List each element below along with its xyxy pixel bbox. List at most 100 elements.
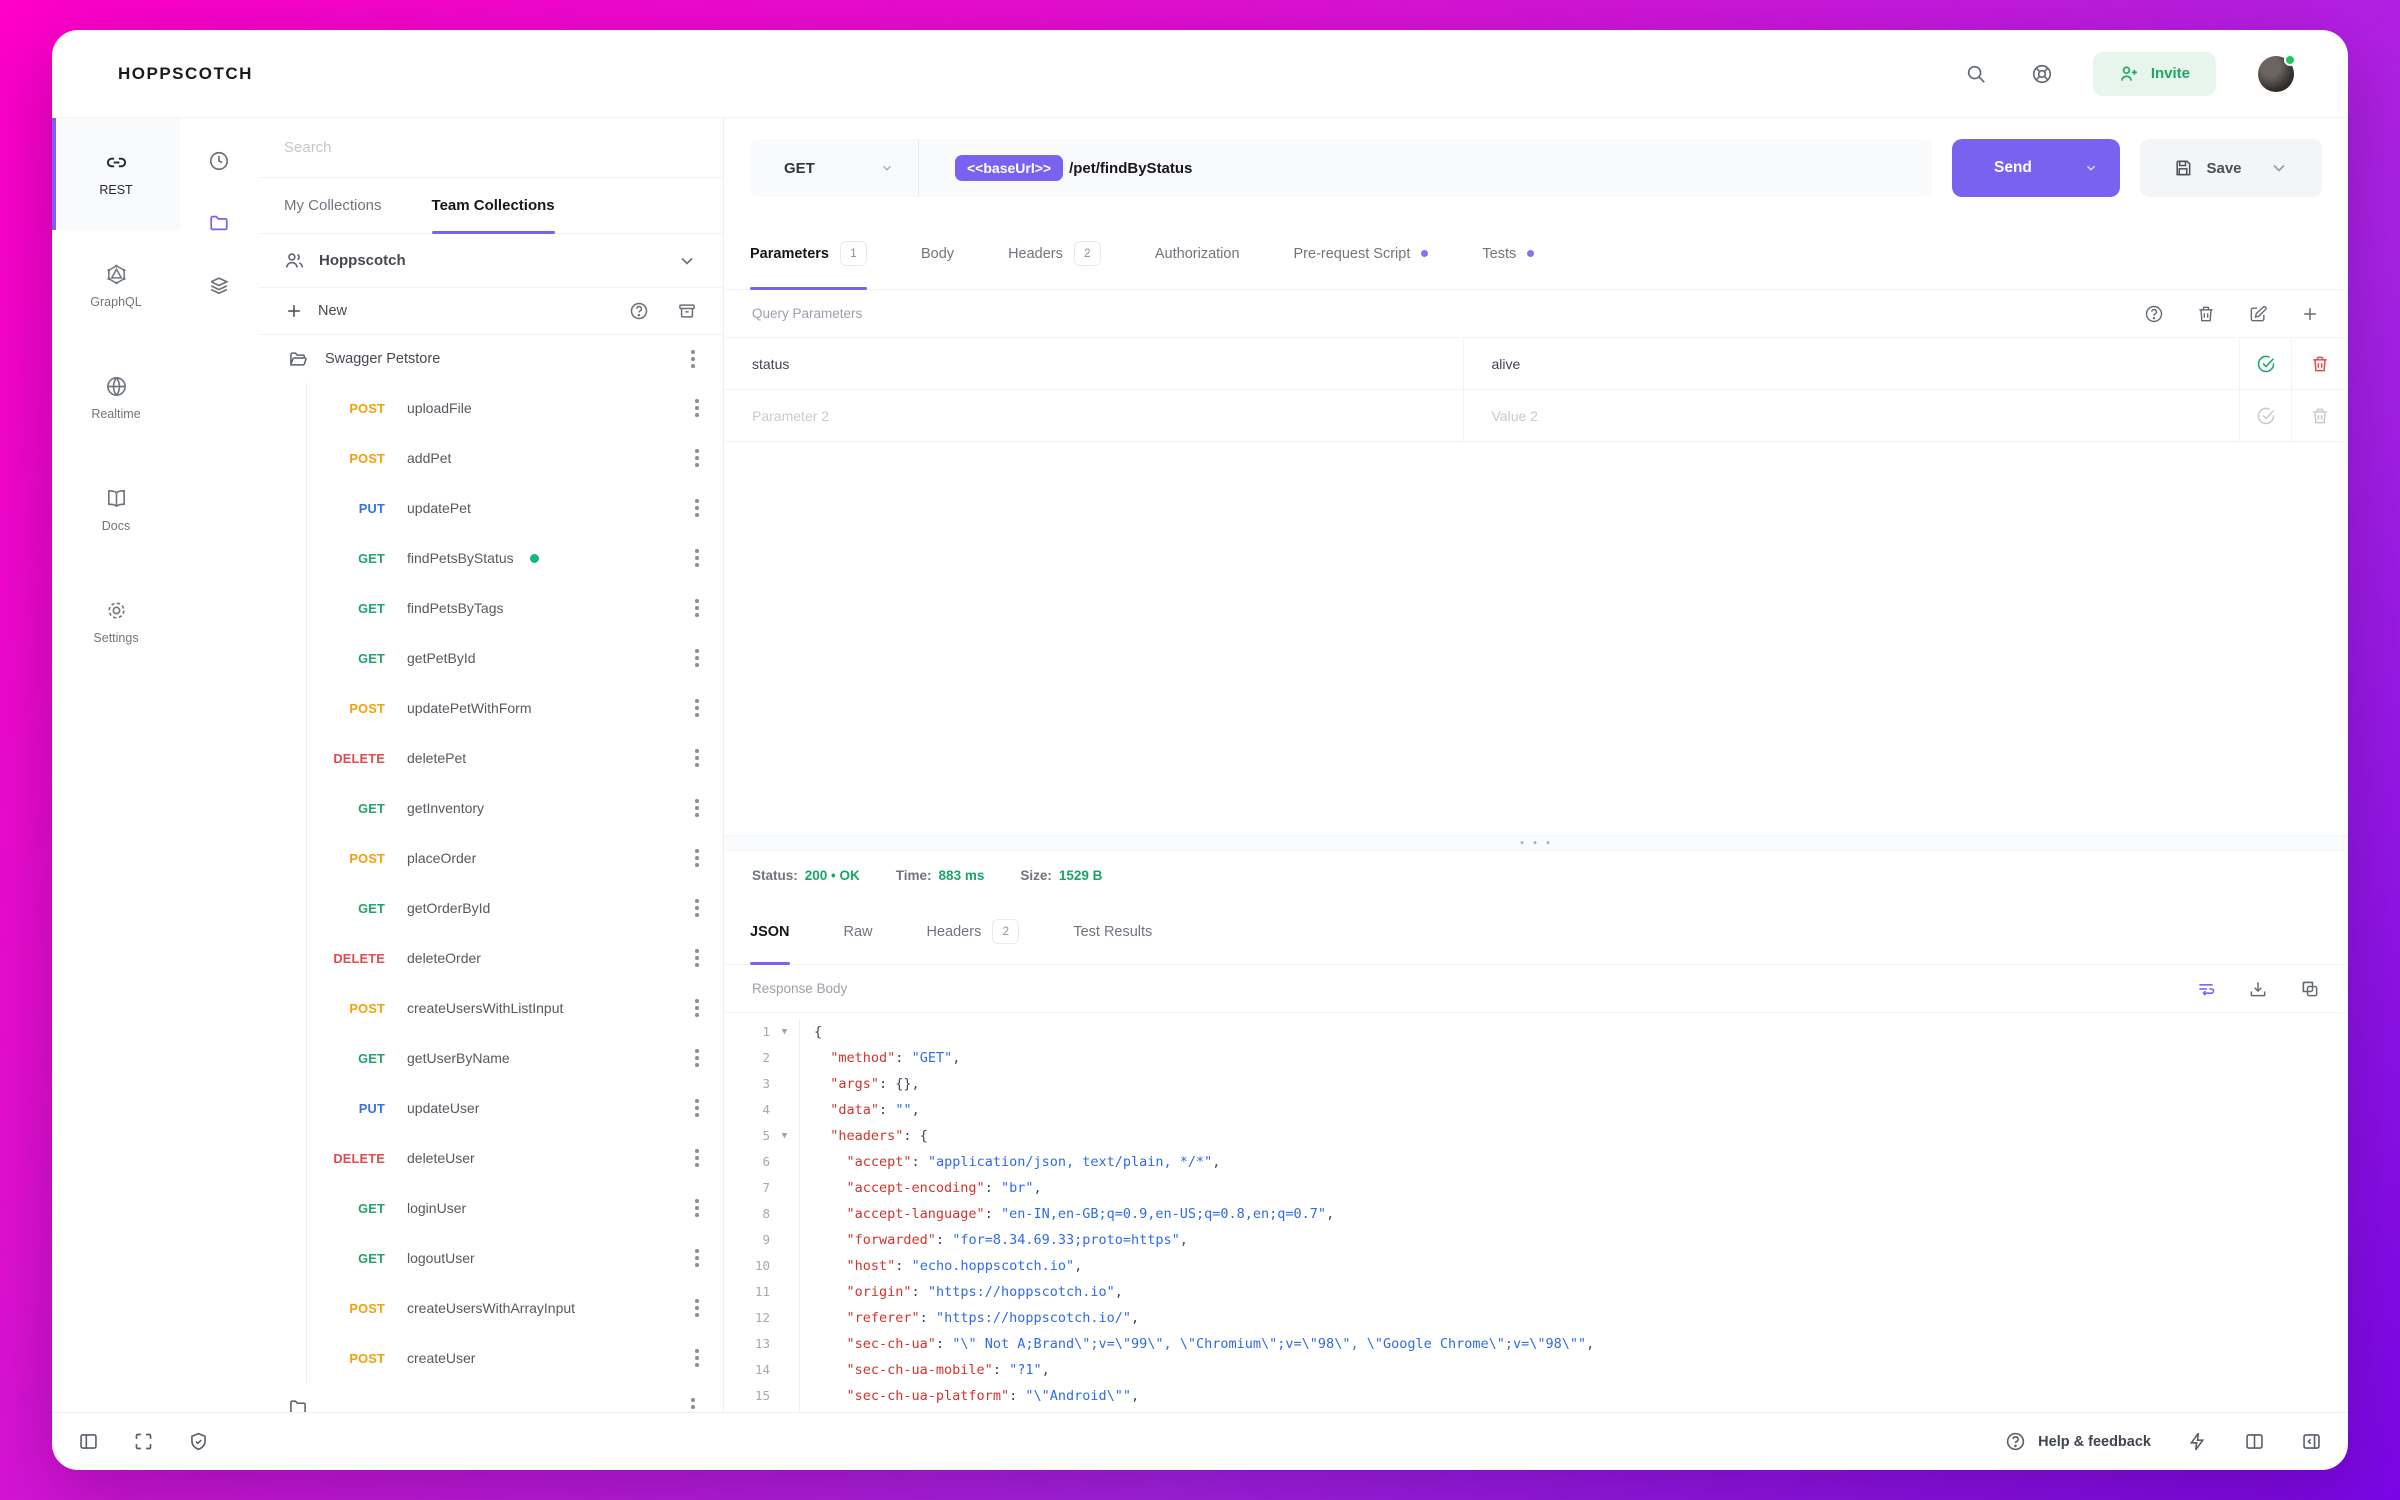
team-selector[interactable]: Hoppscotch (258, 234, 723, 288)
request-tab-pre-request-script[interactable]: Pre-request Script (1294, 218, 1429, 289)
request-row[interactable]: POST createUsersWithListInput (307, 983, 723, 1033)
request-row[interactable]: POST createUser (307, 1333, 723, 1383)
collapse-right-panel-icon[interactable] (2301, 1431, 2322, 1452)
sidebar-item-realtime[interactable]: Realtime (52, 342, 180, 454)
sidebar-item-docs[interactable]: Docs (52, 454, 180, 566)
param-key-input[interactable]: status (724, 338, 1464, 389)
param-value-input[interactable]: alive (1464, 338, 2240, 389)
param-toggle-active-icon[interactable] (2240, 338, 2292, 389)
request-row[interactable]: GET findPetsByStatus (307, 533, 723, 583)
param-delete-icon[interactable] (2292, 338, 2348, 389)
toggle-sidebar-icon[interactable] (78, 1431, 99, 1452)
download-icon[interactable] (2248, 979, 2268, 999)
request-tab-tests[interactable]: Tests (1482, 218, 1535, 289)
request-tab-headers[interactable]: Headers 2 (1008, 218, 1101, 289)
response-body-code[interactable]: 1 ▼{2 "method": "GET", 3 "args": {}, 4 "dat… (724, 1013, 2348, 1412)
request-tab-body[interactable]: Body (921, 218, 954, 289)
collections-search-input[interactable] (284, 139, 697, 156)
request-row[interactable]: POST updatePetWithForm (307, 683, 723, 733)
request-row[interactable]: GET getPetById (307, 633, 723, 683)
request-menu-kebab-icon[interactable] (689, 599, 705, 617)
request-menu-kebab-icon[interactable] (689, 1249, 705, 1267)
clear-all-trash-icon[interactable] (2196, 304, 2216, 324)
expand-fullscreen-icon[interactable] (133, 1431, 154, 1452)
request-menu-kebab-icon[interactable] (689, 849, 705, 867)
archive-icon[interactable] (677, 301, 697, 321)
pane-resize-handle[interactable] (724, 835, 2348, 851)
request-row[interactable]: GET getUserByName (307, 1033, 723, 1083)
collection-menu-kebab-icon[interactable] (685, 350, 701, 368)
request-row[interactable]: DELETE deletePet (307, 733, 723, 783)
fold-arrow-icon[interactable]: ▼ (770, 1123, 800, 1149)
request-menu-kebab-icon[interactable] (689, 1099, 705, 1117)
request-row[interactable]: POST createUsersWithArrayInput (307, 1283, 723, 1333)
base-url-pill[interactable]: <<baseUrl>> (955, 155, 1064, 181)
new-collection-button[interactable]: New (318, 303, 601, 319)
request-row[interactable]: GET logoutUser (307, 1233, 723, 1283)
interceptor-shield-icon[interactable] (188, 1431, 209, 1452)
request-menu-kebab-icon[interactable] (689, 399, 705, 417)
plus-icon[interactable] (284, 301, 304, 321)
support-icon[interactable] (2031, 63, 2053, 85)
request-tab-parameters[interactable]: Parameters 1 (750, 218, 867, 290)
environments-layers-icon[interactable] (208, 274, 230, 296)
request-row[interactable]: DELETE deleteUser (307, 1133, 723, 1183)
request-menu-kebab-icon[interactable] (689, 1349, 705, 1367)
request-menu-kebab-icon[interactable] (689, 699, 705, 717)
response-tab-json[interactable]: JSON (750, 899, 790, 965)
request-row[interactable]: PUT updatePet (307, 483, 723, 533)
save-button[interactable]: Save (2140, 139, 2322, 197)
help-circle-icon[interactable] (629, 301, 649, 321)
save-options-chevron-icon[interactable] (2269, 158, 2289, 178)
collection-menu-kebab-icon[interactable] (685, 1398, 701, 1412)
request-menu-kebab-icon[interactable] (689, 1199, 705, 1217)
add-param-plus-icon[interactable] (2300, 304, 2320, 324)
param-toggle-active-icon[interactable] (2240, 390, 2292, 441)
sidebar-item-settings[interactable]: Settings (52, 566, 180, 678)
request-menu-kebab-icon[interactable] (689, 549, 705, 567)
request-menu-kebab-icon[interactable] (689, 799, 705, 817)
request-row[interactable]: POST placeOrder (307, 833, 723, 883)
collections-tab-team-collections[interactable]: Team Collections (431, 178, 555, 234)
copy-icon[interactable] (2300, 979, 2320, 999)
request-row[interactable]: PUT updateUser (307, 1083, 723, 1133)
sidebar-item-rest[interactable]: REST (52, 118, 180, 230)
request-row[interactable]: GET getInventory (307, 783, 723, 833)
param-delete-icon[interactable] (2292, 390, 2348, 441)
request-menu-kebab-icon[interactable] (689, 1299, 705, 1317)
request-menu-kebab-icon[interactable] (689, 749, 705, 767)
collections-folder-icon[interactable] (208, 212, 230, 234)
method-select[interactable]: GET (750, 160, 918, 177)
sidebar-item-graphql[interactable]: GraphQL (52, 230, 180, 342)
request-row[interactable]: POST addPet (307, 433, 723, 483)
collection-row[interactable]: Swagger Petstore (258, 335, 723, 383)
param-key-input[interactable]: Parameter 2 (724, 390, 1464, 441)
request-row[interactable]: POST uploadFile (307, 383, 723, 433)
avatar[interactable] (2258, 53, 2296, 92)
request-menu-kebab-icon[interactable] (689, 1049, 705, 1067)
request-menu-kebab-icon[interactable] (689, 449, 705, 467)
response-tab-headers[interactable]: Headers 2 (927, 899, 1020, 964)
send-options-chevron-icon[interactable] (2084, 161, 2098, 175)
shortcuts-zap-icon[interactable] (2187, 1431, 2208, 1452)
wrap-lines-icon[interactable] (2196, 979, 2216, 999)
response-tab-raw[interactable]: Raw (844, 899, 873, 964)
request-menu-kebab-icon[interactable] (689, 1149, 705, 1167)
edit-bulk-icon[interactable] (2248, 304, 2268, 324)
help-feedback-button[interactable]: Help & feedback (2005, 1431, 2151, 1452)
history-icon[interactable] (208, 150, 230, 172)
url-input[interactable]: <<baseUrl>> /pet/findByStatus (919, 155, 1192, 181)
request-row[interactable]: GET getOrderById (307, 883, 723, 933)
request-row[interactable]: DELETE deleteOrder (307, 933, 723, 983)
response-tab-test-results[interactable]: Test Results (1073, 899, 1152, 964)
request-row[interactable]: GET findPetsByTags (307, 583, 723, 633)
request-menu-kebab-icon[interactable] (689, 899, 705, 917)
send-button[interactable]: Send (1952, 139, 2120, 197)
help-circle-icon[interactable] (2144, 304, 2164, 324)
fold-arrow-icon[interactable]: ▼ (770, 1019, 800, 1045)
collection-row-partial[interactable] (258, 1383, 723, 1412)
invite-button[interactable]: Invite (2092, 51, 2216, 96)
request-menu-kebab-icon[interactable] (689, 949, 705, 967)
request-menu-kebab-icon[interactable] (689, 999, 705, 1017)
request-menu-kebab-icon[interactable] (689, 499, 705, 517)
